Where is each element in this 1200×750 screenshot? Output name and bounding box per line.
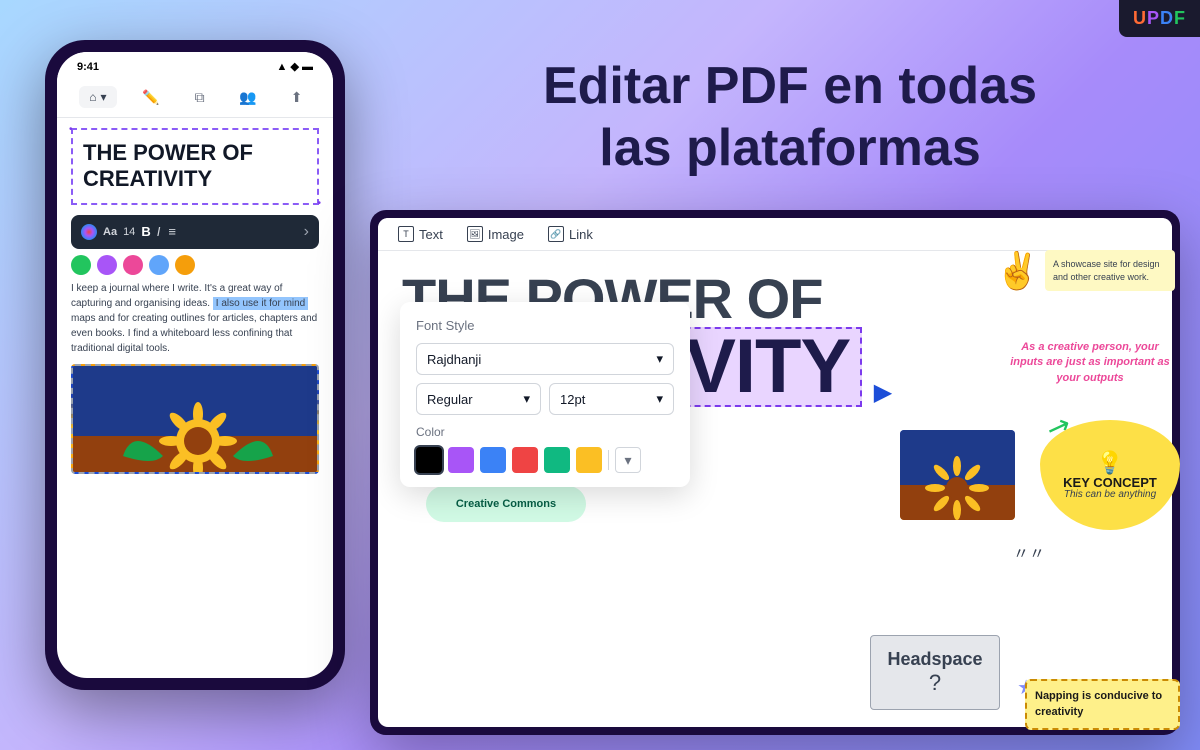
updf-logo: UPDF [1119,0,1200,37]
font-aa-label: Aa [103,226,117,238]
bulb-icon: 💡 [1096,450,1123,476]
hero-title-line2: las plataformas [599,119,981,177]
logo-f: F [1174,8,1186,28]
logo-p: P [1147,8,1160,28]
phone-screen: 9:41 ▲ ◆ ▬ ⌂▾ ✏️ ⧉ 👥 ⬆ THE POWER OF CREA… [57,52,333,678]
headspace-box: Headspace ? [870,635,1000,710]
key-concept-title: KEY CONCEPT [1063,476,1157,489]
font-style-size-row: Regular ▾ 12pt ▾ [416,383,674,415]
swatch-green[interactable] [544,447,570,473]
font-name-row: Rajdhanji ▾ [416,343,674,375]
text-tool[interactable]: T Text [398,226,443,242]
link-tool[interactable]: 🔗 Link [548,226,593,242]
italic-button[interactable]: I [157,224,161,239]
logo-d: D [1160,8,1174,28]
more-button[interactable]: › [304,223,309,241]
highlighted-text: I also use it for mind [213,297,308,310]
image-icon: 🖼 [467,226,483,242]
color-purple[interactable] [97,255,117,275]
phone-share-icon[interactable]: ⬆ [283,83,311,111]
font-size-label: 14 [123,226,135,238]
font-name-value: Rajdhanji [427,352,481,367]
link-label: Link [569,227,593,242]
headspace-question: ? [929,670,941,696]
bold-button[interactable]: B [141,224,150,239]
font-panel-title: Font Style [416,318,674,333]
creative-commons-button[interactable]: Creative Commons [426,486,586,522]
font-style-value: Regular [427,392,473,407]
sunflower-svg [73,366,319,474]
phone-toolbar[interactable]: ⌂▾ ✏️ ⧉ 👥 ⬆ [57,77,333,118]
swatch-red[interactable] [512,447,538,473]
image-label: Image [488,227,524,242]
more-colors-button[interactable]: ▾ [615,447,641,473]
squiggle-deco: 〃〃 [1013,540,1045,564]
cursor-arrow: ▶ [874,378,892,407]
font-style-select[interactable]: Regular ▾ [416,383,541,415]
tablet-toolbar: T Text 🖼 Image 🔗 Link [378,218,1172,251]
color-row [71,255,319,275]
phone-format-bar[interactable]: Aa 14 B I ≡ › [71,215,319,249]
swatch-blue[interactable] [480,447,506,473]
phone-pen-icon[interactable]: ✏️ [137,83,165,111]
phone-home-button[interactable]: ⌂▾ [79,86,116,108]
font-size-select[interactable]: 12pt ▾ [549,383,674,415]
color-pink[interactable] [123,255,143,275]
phone-icons: ▲ ◆ ▬ [277,60,313,73]
phone-title-box: THE POWER OF CREATIVITY [71,128,319,205]
sunflower-photo-bg [900,430,1015,520]
color-orange[interactable] [175,255,195,275]
color-swatches: ▾ [416,447,674,473]
italic-quote: As a creative person, your inputs are ju… [1010,340,1170,386]
swatch-black[interactable] [416,447,442,473]
swatch-purple[interactable] [448,447,474,473]
phone-users-icon[interactable]: 👥 [234,83,262,111]
style-dropdown-icon: ▾ [523,391,530,407]
hero-title-line1: Editar PDF en todas [543,57,1037,115]
showcase-text: A showcase site for design and other cre… [1045,250,1175,291]
phone-body-text: I keep a journal where I write. It's a g… [71,281,319,356]
color-blue[interactable] [149,255,169,275]
phone-sunflower-image [71,364,319,474]
font-size-value: 12pt [560,392,585,407]
sunflower-photo-right [900,430,1015,520]
text-icon: T [398,226,414,242]
peace-emoji: ✌️ [995,250,1040,292]
align-button[interactable]: ≡ [168,224,176,239]
color-section-label: Color [416,425,674,439]
color-picker-icon[interactable] [81,224,97,240]
headspace-label: Headspace [887,649,982,670]
link-icon: 🔗 [548,226,564,242]
key-concept-sub: This can be anything [1064,489,1156,500]
phone-document-title: THE POWER OF CREATIVITY [83,140,307,193]
phone-status-bar: 9:41 ▲ ◆ ▬ [57,52,333,77]
creative-commons-label: Creative Commons [456,498,556,510]
logo-u: U [1133,8,1147,28]
font-style-panel: Font Style Rajdhanji ▾ Regular ▾ 12pt ▾ … [400,302,690,487]
font-name-select[interactable]: Rajdhanji ▾ [416,343,674,375]
napping-box: Napping is conducive to creativity [1025,679,1180,730]
color-green[interactable] [71,255,91,275]
phone-time: 9:41 [77,61,99,73]
phone-copy-icon[interactable]: ⧉ [186,83,214,111]
swatch-yellow[interactable] [576,447,602,473]
size-dropdown-icon: ▾ [656,391,663,407]
phone-content: THE POWER OF CREATIVITY Aa 14 B I ≡ › I … [57,118,333,484]
image-tool[interactable]: 🖼 Image [467,226,524,242]
hero-text: Editar PDF en todas las plataformas [430,55,1150,180]
text-label: Text [419,227,443,242]
phone-mockup: 9:41 ▲ ◆ ▬ ⌂▾ ✏️ ⧉ 👥 ⬆ THE POWER OF CREA… [45,40,345,690]
divider [608,450,609,470]
sunflower-svg-right [900,430,1015,520]
font-dropdown-icon: ▾ [656,351,663,367]
